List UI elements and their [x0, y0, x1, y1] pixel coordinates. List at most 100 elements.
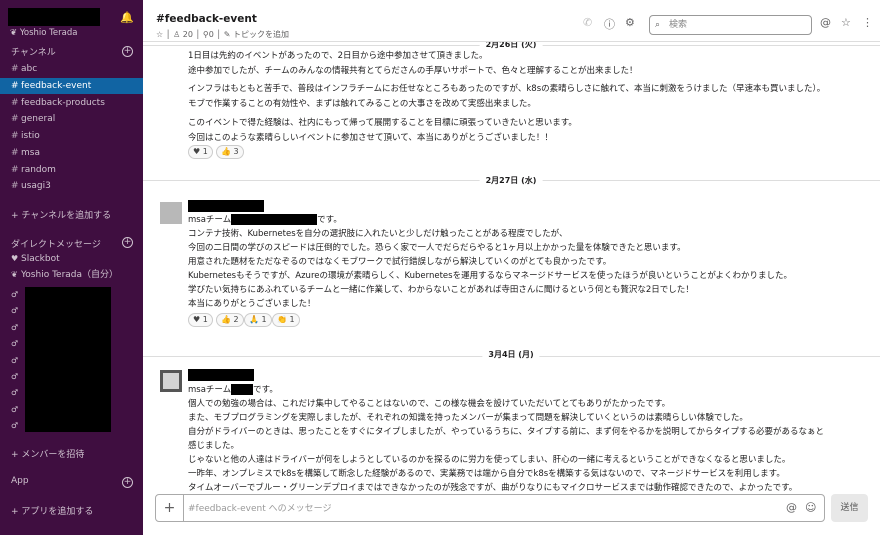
message-line: じゃないと他の人達はドライバーが何をしようとしているのかを探るのに労力を使ってし… [188, 455, 791, 465]
sidebar-item-random[interactable]: # random [0, 162, 143, 178]
sidebar-item-abc[interactable]: # abc [0, 61, 143, 77]
pray-icon: 🙏 [249, 315, 259, 324]
message-line: 用意された題材をただなぞるのではなくモブワークで試行錯誤しながら解決していくのが… [188, 257, 612, 267]
message-list: 2月26日 (火) 1日目は先約のイベントがあったので、2日目から途中参加させて… [143, 42, 880, 492]
hash-icon: # [11, 81, 19, 91]
heart-icon: ♥ [193, 147, 201, 156]
reaction-thumbsup[interactable]: 👍 2 [216, 313, 244, 327]
mentions-icon[interactable]: @ [820, 16, 831, 29]
channel-title[interactable]: #feedback-event [156, 13, 257, 25]
dm-heading[interactable]: ダイレクトメッセージ [11, 237, 101, 250]
message-composer[interactable]: + #feedback-event へのメッセージ @ ☺ [155, 494, 825, 522]
sidebar-item-feedback-event[interactable]: # feedback-event [0, 78, 143, 94]
sidebar-item-istio[interactable]: # istio [0, 128, 143, 144]
hash-icon: # [11, 64, 19, 74]
sidebar-item-self[interactable]: ❦ Yoshio Terada（自分） [0, 267, 143, 283]
channel-header: #feedback-event ☆ │ ♙ 20 │ ⚲0 │ ✎ トピックを追… [143, 0, 880, 42]
heart-icon: ♥ [11, 254, 19, 263]
heart-icon: ♥ [193, 315, 201, 324]
message-line: 感じました。 [188, 441, 240, 451]
message-line: 途中参加でしたが、チームのみんなの情報共有とてらださんの手厚いサポートで、色々と… [188, 66, 638, 76]
info-icon[interactable]: ⓘ [604, 16, 615, 32]
reaction-pray[interactable]: 🙏 1 [244, 313, 272, 327]
pin-count[interactable]: 0 [209, 30, 214, 39]
clap-icon: 👏 [277, 315, 287, 324]
message-line: 学びたい気持ちにあふれているチームと一緒に作業して、わからないことがあれば寺田さ… [188, 285, 694, 295]
reaction-thumbsup[interactable]: 👍 3 [216, 145, 244, 159]
message-line: 今回はこのような素晴らしいイベントに参加させて頂いて、本当にありがとうございまし… [188, 133, 553, 143]
sender-name-redacted[interactable] [188, 369, 254, 381]
redacted-dm-list [25, 287, 111, 432]
dm-status-icons: ♂ ♂ ♂ ♂ ♂ ♂ ♂ ♂ ♂ [11, 290, 19, 431]
mention-icon[interactable]: @ [786, 501, 797, 514]
hash-icon: # [11, 148, 19, 158]
sidebar-item-slackbot[interactable]: ♥ Slackbot [0, 251, 143, 267]
status-dot-icon: ❦ [10, 28, 20, 38]
sidebar: 🔔 ❦ Yoshio Terada チャンネル + # abc # feedback… [0, 0, 143, 535]
add-channel-icon[interactable]: + [122, 46, 133, 57]
channels-heading[interactable]: チャンネル [11, 45, 56, 58]
message-line: また、モブプログラミングを実際しましたが、それぞれの知識を持ったメンバーが集まっ… [188, 413, 748, 423]
redacted-name [231, 384, 254, 395]
search-input[interactable]: ⌕ 検索 [649, 15, 812, 35]
gear-icon[interactable]: ⚙ [625, 16, 635, 29]
star-icon[interactable]: ☆ [156, 30, 163, 39]
avatar[interactable] [160, 370, 182, 392]
add-topic-link[interactable]: トピックを追加 [233, 30, 289, 39]
reaction-clap[interactable]: 👏 1 [272, 313, 300, 327]
search-icon: ⌕ [655, 20, 661, 30]
sidebar-item-msa[interactable]: # msa [0, 145, 143, 161]
avatar[interactable] [160, 202, 182, 224]
message-input[interactable]: #feedback-event へのメッセージ [188, 501, 331, 514]
hash-icon: # [11, 181, 19, 191]
current-user: ❦ Yoshio Terada [10, 28, 78, 38]
add-dm-icon[interactable]: + [122, 237, 133, 248]
send-button[interactable]: 送信 [831, 494, 868, 522]
hash-icon: # [11, 98, 19, 108]
message-line: Kubernetesもそうですが、Azureの環境が素晴らしく、Kubernet… [188, 271, 793, 281]
bell-icon[interactable]: 🔔 [120, 11, 134, 24]
attach-plus-icon[interactable]: + [156, 495, 184, 521]
message-line: msaチーム です。 [188, 214, 342, 225]
message-line: 本当にありがとうございました！ [188, 299, 316, 309]
workspace-name-redacted[interactable] [8, 8, 100, 26]
thumbs-up-icon: 👍 [221, 147, 231, 156]
message-line: 1日目は先約のイベントがあったので、2日目から途中参加させて頂きました。 [188, 51, 488, 61]
message-line: このイベントで得た経験は、社内にもって帰って展開することを目標に頑張っていきたい… [188, 118, 577, 128]
emoji-icon[interactable]: ☺ [805, 501, 816, 514]
members-icon: ♙ [173, 30, 181, 39]
reaction-heart[interactable]: ♥ 1 [188, 145, 213, 159]
pencil-icon: ✎ [223, 30, 231, 39]
sender-name-redacted[interactable] [188, 200, 264, 212]
message-line: タイムオーバーでブルー・グリーンデプロイまではできなかったのが残念ですが、曲がり… [188, 483, 798, 492]
message-line: 自分がドライバーのときは、思ったことをすぐにタイプしましたが、やっているうちに、… [188, 427, 824, 437]
message-line: モブで作業することの有効性や、まずは触れてみることの大事さを改めて実感出来ました… [188, 99, 536, 109]
hash-icon: # [11, 114, 19, 124]
hash-icon: # [11, 131, 19, 141]
add-app-link[interactable]: + アプリを追加する [11, 504, 93, 517]
date-label: 2月26日 (火) [479, 42, 543, 53]
reaction-heart[interactable]: ♥ 1 [188, 313, 213, 327]
message-line: 個人での勉強の場合は、これだけ集中してやることはないので、この様な機会を設けてい… [188, 399, 671, 409]
redacted-name [231, 214, 318, 225]
channel-meta: ☆ │ ♙ 20 │ ⚲0 │ ✎ トピックを追加 [156, 30, 289, 39]
thumbs-up-icon: 👍 [221, 315, 231, 324]
sidebar-item-feedback-products[interactable]: # feedback-products [0, 95, 143, 111]
more-icon[interactable]: ⋮ [862, 16, 873, 29]
message-line: コンテナ技術、Kubernetesを自分の選択肢に入れたいと少しだけ触ったことが… [188, 229, 568, 239]
date-label: 2月27日 (水) [479, 174, 543, 189]
message-line: インフラはもともと苦手で、普段はインフラチームにお任せなところもあったのですが、… [188, 84, 826, 94]
hash-icon: # [11, 165, 19, 175]
add-channel-link[interactable]: + チャンネルを追加する [11, 208, 111, 221]
star-icon[interactable]: ☆ [841, 16, 851, 29]
message-line: 今回の二日間の学びのスピードは圧倒的でした。恐らく家で一人でだらだらやると1ヶ月… [188, 243, 686, 253]
sidebar-item-usagi3[interactable]: # usagi3 [0, 178, 143, 194]
sidebar-item-general[interactable]: # general [0, 111, 143, 127]
app-heading[interactable]: App [11, 476, 29, 486]
phone-icon[interactable]: ✆ [583, 16, 592, 29]
member-count[interactable]: 20 [183, 30, 193, 39]
message-line: 一昨年、オンプレミスでk8sを構築して断念した経験があるので、実業務では端から自… [188, 469, 785, 479]
status-dot-icon: ❦ [11, 270, 18, 279]
add-app-icon[interactable]: + [122, 477, 133, 488]
invite-members-link[interactable]: + メンバーを招待 [11, 447, 84, 460]
